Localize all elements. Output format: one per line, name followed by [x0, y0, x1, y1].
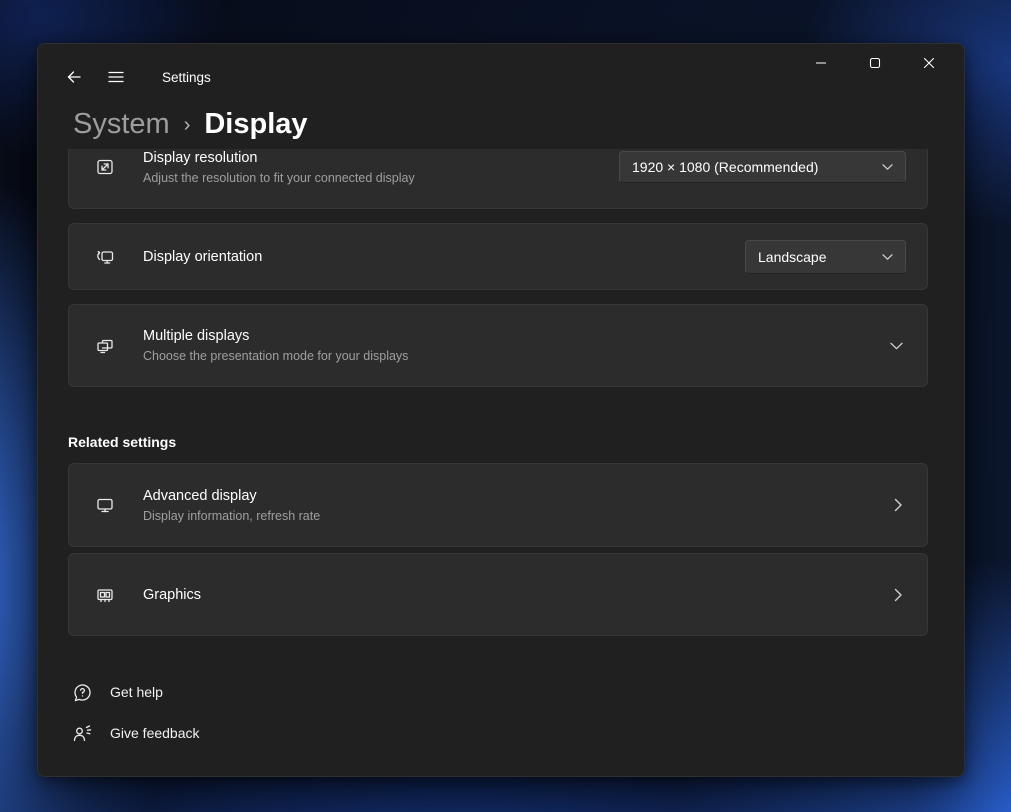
- chevron-down-icon: [882, 163, 893, 171]
- hamburger-icon: [108, 70, 124, 84]
- chevron-right-icon: [894, 498, 903, 512]
- titlebar: Settings: [38, 44, 964, 100]
- display-orientation-card: Display orientation Landscape: [68, 223, 928, 290]
- display-resolution-title: Display resolution: [143, 149, 415, 167]
- multiple-displays-card[interactable]: Multiple displays Choose the presentatio…: [68, 304, 928, 387]
- resolution-dropdown-value: 1920 × 1080 (Recommended): [632, 159, 818, 175]
- display-resolution-card: Display resolution Adjust the resolution…: [68, 149, 928, 209]
- close-icon: [923, 57, 935, 69]
- graphics-card[interactable]: Graphics: [68, 553, 928, 636]
- feedback-icon: [72, 723, 93, 744]
- app-title: Settings: [162, 70, 211, 85]
- multiple-displays-text: Multiple displays Choose the presentatio…: [143, 327, 408, 364]
- nav-menu-button[interactable]: [96, 60, 136, 94]
- advanced-display-subtitle: Display information, refresh rate: [143, 508, 320, 524]
- graphics-icon: [95, 585, 115, 605]
- help-icon: [72, 682, 93, 703]
- minimize-button[interactable]: [794, 44, 848, 82]
- maximize-icon: [869, 57, 881, 69]
- breadcrumb: System › Display: [38, 100, 964, 149]
- display-resolution-subtitle: Adjust the resolution to fit your connec…: [143, 170, 415, 186]
- multiple-displays-subtitle: Choose the presentation mode for your di…: [143, 348, 408, 364]
- close-button[interactable]: [902, 44, 956, 82]
- advanced-display-card[interactable]: Advanced display Display information, re…: [68, 463, 928, 547]
- chevron-right-icon: [894, 588, 903, 602]
- advanced-display-icon: [95, 495, 115, 515]
- desktop-wallpaper: Settings System › Display: [0, 0, 1011, 812]
- graphics-title: Graphics: [143, 586, 201, 604]
- maximize-button[interactable]: [848, 44, 902, 82]
- display-orientation-title: Display orientation: [143, 248, 262, 266]
- back-button[interactable]: [54, 60, 94, 94]
- display-resolution-icon: [95, 157, 115, 177]
- get-help-link[interactable]: Get help: [72, 678, 928, 706]
- orientation-dropdown-value: Landscape: [758, 249, 827, 265]
- advanced-display-text: Advanced display Display information, re…: [143, 487, 320, 524]
- get-help-label: Get help: [110, 684, 163, 700]
- advanced-display-title: Advanced display: [143, 487, 320, 505]
- related-settings-header: Related settings: [68, 434, 928, 451]
- resolution-dropdown[interactable]: 1920 × 1080 (Recommended): [619, 151, 906, 183]
- multiple-displays-title: Multiple displays: [143, 327, 408, 345]
- orientation-dropdown[interactable]: Landscape: [745, 240, 906, 274]
- settings-content: Display resolution Adjust the resolution…: [38, 149, 964, 777]
- multiple-displays-icon: [95, 336, 115, 356]
- give-feedback-link[interactable]: Give feedback: [72, 719, 928, 747]
- breadcrumb-display-current: Display: [204, 108, 307, 141]
- display-orientation-text: Display orientation: [143, 248, 262, 266]
- display-orientation-icon: [95, 247, 115, 267]
- display-resolution-text: Display resolution Adjust the resolution…: [143, 149, 415, 186]
- graphics-text: Graphics: [143, 586, 201, 604]
- window-controls: [794, 44, 956, 82]
- breadcrumb-separator-icon: ›: [184, 114, 191, 137]
- breadcrumb-system[interactable]: System: [73, 108, 170, 141]
- expander-chevron-down-icon[interactable]: [890, 341, 903, 350]
- give-feedback-label: Give feedback: [110, 725, 200, 741]
- settings-window: Settings System › Display: [37, 43, 965, 777]
- back-arrow-icon: [66, 69, 82, 85]
- chevron-down-icon: [882, 253, 893, 261]
- minimize-icon: [815, 57, 827, 69]
